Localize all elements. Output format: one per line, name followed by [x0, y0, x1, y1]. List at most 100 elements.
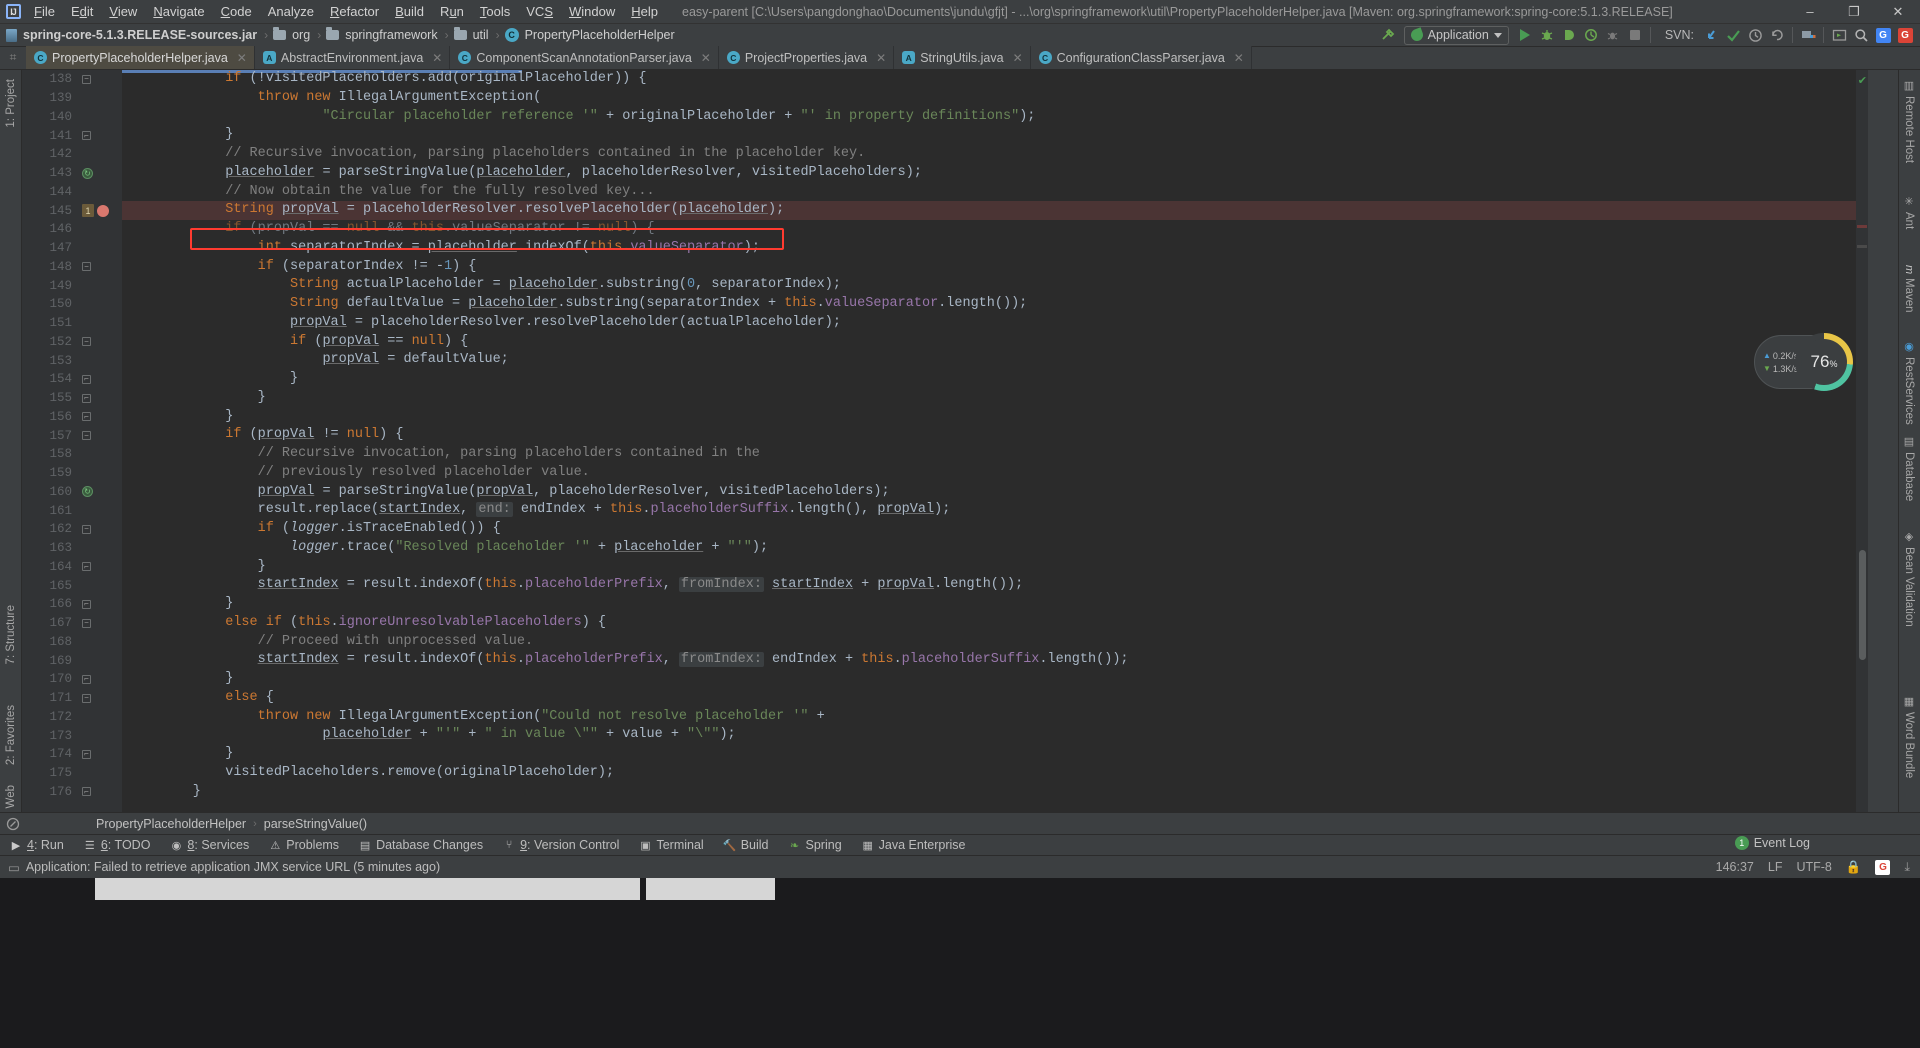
tool-window-services[interactable]: ◉ 8: Services: [160, 834, 259, 856]
code-line[interactable]: propVal = defaultValue;: [122, 351, 1868, 370]
code-line[interactable]: if (propVal == null) {: [122, 333, 1868, 352]
file-encoding[interactable]: UTF-8: [1796, 860, 1831, 874]
breadcrumb-toggle-icon[interactable]: [0, 813, 26, 835]
gutter-line[interactable]: 171−: [22, 689, 122, 708]
code-line[interactable]: // previously resolved placeholder value…: [122, 464, 1868, 483]
marker-error[interactable]: [1857, 225, 1867, 228]
code-line[interactable]: // Proceed with unprocessed value.: [122, 633, 1868, 652]
caret-position[interactable]: 146:37: [1716, 860, 1754, 874]
profile-button[interactable]: [1580, 25, 1602, 46]
breadcrumb-item-util[interactable]: util: [453, 27, 491, 42]
code-line[interactable]: String actualPlaceholder = placeholder.s…: [122, 276, 1868, 295]
minimize-button[interactable]: –: [1788, 0, 1832, 24]
code-line[interactable]: logger.trace("Resolved placeholder '" + …: [122, 539, 1868, 558]
fold-collapse-icon[interactable]: −: [82, 74, 91, 84]
recursive-call-icon[interactable]: ↻: [82, 167, 93, 179]
gutter-line[interactable]: 144: [22, 183, 122, 202]
menu-run[interactable]: Run: [432, 1, 472, 23]
marker-change[interactable]: [1857, 245, 1867, 248]
breadcrumb-item-org[interactable]: org: [273, 27, 312, 42]
fold-end-icon[interactable]: ⌐: [82, 787, 91, 797]
lock-icon[interactable]: 🔒: [1846, 860, 1862, 875]
code-line[interactable]: if (propVal == null && this.valueSeparat…: [122, 220, 1868, 239]
code-line[interactable]: startIndex = result.indexOf(this.placeho…: [122, 576, 1868, 595]
gutter-line[interactable]: 159: [22, 464, 122, 483]
svn-commit-icon[interactable]: [1722, 25, 1744, 46]
code-line[interactable]: }: [122, 745, 1868, 764]
code-line[interactable]: startIndex = result.indexOf(this.placeho…: [122, 651, 1868, 670]
svn-history-icon[interactable]: [1744, 25, 1766, 46]
debug-button[interactable]: [1536, 25, 1558, 46]
fold-collapse-icon[interactable]: −: [82, 337, 91, 347]
breadcrumb-method[interactable]: parseStringValue(): [260, 817, 371, 831]
gutter-icons[interactable]: ↻: [78, 486, 122, 498]
tab-ConfigurationClassParser[interactable]: C ConfigurationClassParser.java ✕: [1030, 46, 1252, 69]
gutter-icons[interactable]: −: [78, 262, 122, 272]
code-line[interactable]: throw new IllegalArgumentException(: [122, 89, 1868, 108]
code-line[interactable]: if (logger.isTraceEnabled()) {: [122, 520, 1868, 539]
gutter-line[interactable]: 151: [22, 314, 122, 333]
sidebar-item-remote-host[interactable]: ▥ Remote Host: [1898, 74, 1920, 168]
gutter-line[interactable]: 145 1: [22, 201, 122, 220]
fold-end-icon[interactable]: ⌐: [82, 131, 91, 141]
gutter-line[interactable]: 149: [22, 276, 122, 295]
sidebar-item-structure[interactable]: 7: Structure: [0, 600, 22, 669]
editor-marker-bar[interactable]: ✔: [1856, 70, 1868, 812]
code-line[interactable]: }: [122, 370, 1868, 389]
editor-code-area[interactable]: if (!visitedPlaceholders.add(originalPla…: [122, 70, 1868, 812]
fold-end-icon[interactable]: ⌐: [82, 749, 91, 759]
menu-vcs[interactable]: VCS: [518, 1, 561, 23]
tool-window-database-changes[interactable]: ▤ Database Changes: [349, 834, 493, 856]
tool-window-build[interactable]: 🔨 Build: [714, 834, 779, 856]
gutter-line[interactable]: 155 ⌐: [22, 389, 122, 408]
code-line[interactable]: "Circular placeholder reference '" + ori…: [122, 108, 1868, 127]
tab-PropertyPlaceholderHelper[interactable]: C PropertyPlaceholderHelper.java ✕: [26, 46, 255, 69]
code-line[interactable]: }: [122, 595, 1868, 614]
project-structure-icon[interactable]: [1797, 25, 1819, 46]
tool-window-version-control[interactable]: ⑂ 9: Version Control: [493, 834, 629, 856]
gutter-icons[interactable]: −: [78, 337, 122, 347]
code-line[interactable]: // Now obtain the value for the fully re…: [122, 183, 1868, 202]
breadcrumb-item-springframework[interactable]: springframework: [326, 27, 439, 42]
run-button[interactable]: [1514, 25, 1536, 46]
editor-gutter[interactable]: 138−139 140 141 ⌐ 142 143 ↻ 144 145 1 146 147 148−14…: [22, 70, 122, 812]
code-line[interactable]: }: [122, 783, 1868, 802]
code-line[interactable]: if (propVal != null) {: [122, 426, 1868, 445]
code-line[interactable]: String defaultValue = placeholder.substr…: [122, 295, 1868, 314]
close-icon[interactable]: ✕: [237, 51, 247, 65]
gutter-line[interactable]: 154 ⌐: [22, 370, 122, 389]
fold-collapse-icon[interactable]: −: [82, 262, 91, 272]
line-separator[interactable]: LF: [1768, 860, 1783, 874]
code-line[interactable]: if (!visitedPlaceholders.add(originalPla…: [122, 70, 1868, 89]
code-line[interactable]: throw new IllegalArgumentException("Coul…: [122, 708, 1868, 727]
fold-end-icon[interactable]: ⌐: [82, 674, 91, 684]
code-line[interactable]: int separatorIndex = placeholder.indexOf…: [122, 239, 1868, 258]
gutter-line[interactable]: 140: [22, 108, 122, 127]
run-configuration-selector[interactable]: Application: [1403, 25, 1509, 45]
gutter-line[interactable]: 174 ⌐: [22, 745, 122, 764]
svn-rollback-icon[interactable]: [1766, 25, 1788, 46]
gutter-icons[interactable]: ⌐: [78, 749, 122, 759]
code-line[interactable]: else {: [122, 689, 1868, 708]
code-line[interactable]: }: [122, 670, 1868, 689]
tool-window-problems[interactable]: ⚠ Problems: [259, 834, 349, 856]
google-icon[interactable]: G: [1875, 859, 1891, 875]
code-line[interactable]: visitedPlaceholders.remove(originalPlace…: [122, 764, 1868, 783]
gutter-line[interactable]: 157−: [22, 426, 122, 445]
gutter-line[interactable]: 162−: [22, 520, 122, 539]
sidebar-item-project[interactable]: 1: Project: [0, 74, 22, 133]
run-anything-icon[interactable]: [1828, 25, 1850, 46]
gutter-icons[interactable]: ⌐: [78, 374, 122, 384]
gutter-line[interactable]: 169: [22, 651, 122, 670]
gutter-icons[interactable]: ⌐: [78, 131, 122, 141]
menu-code[interactable]: Code: [213, 1, 260, 23]
gutter-line[interactable]: 148−: [22, 258, 122, 277]
code-line[interactable]: }: [122, 558, 1868, 577]
code-line[interactable]: placeholder + "'" + " in value \"" + val…: [122, 726, 1868, 745]
editor-vertical-scrollbar[interactable]: [1859, 550, 1866, 660]
tab-ComponentScanAnnotationParser[interactable]: C ComponentScanAnnotationParser.java ✕: [450, 46, 719, 69]
code-line[interactable]: placeholder = parseStringValue(placehold…: [122, 164, 1868, 183]
tab-ProjectProperties[interactable]: C ProjectProperties.java ✕: [718, 46, 895, 69]
sidebar-item-word-bundle[interactable]: ▦ Word Bundle: [1898, 690, 1920, 783]
close-icon[interactable]: ✕: [1234, 51, 1244, 65]
